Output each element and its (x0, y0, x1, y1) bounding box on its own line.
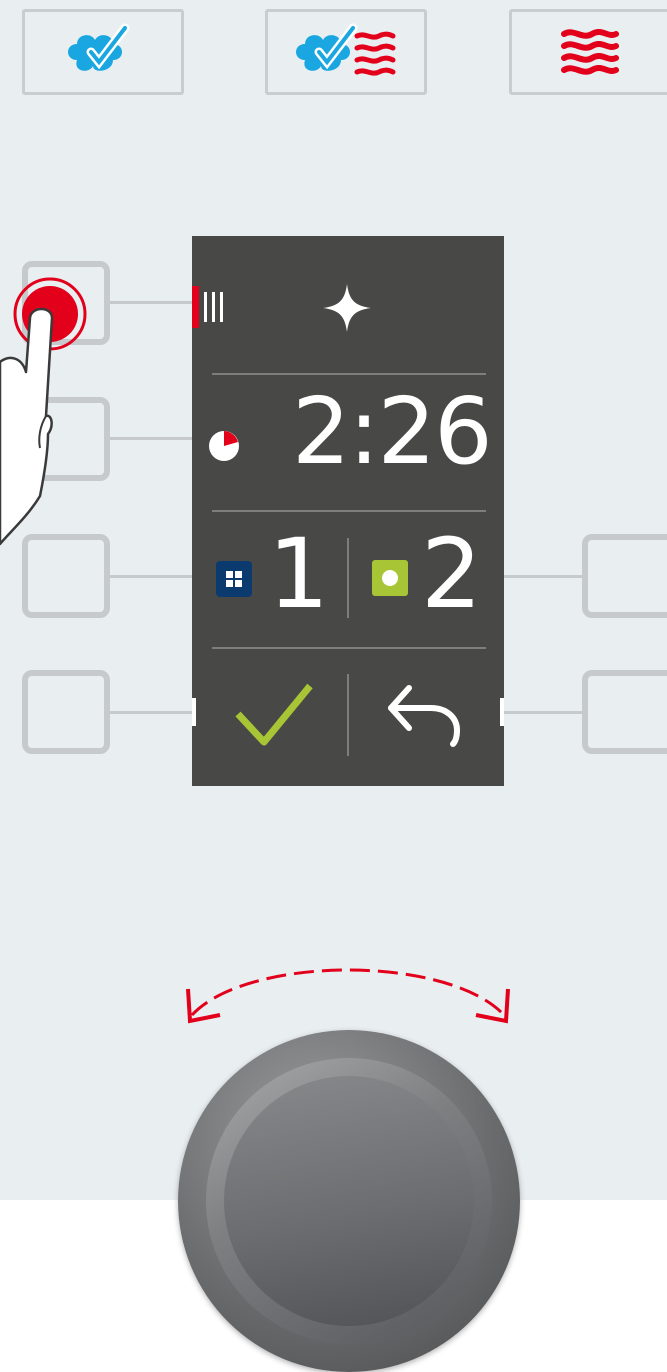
display-screen: 2:26 1 2 (192, 236, 504, 786)
divider (212, 373, 486, 375)
connector-line (504, 575, 584, 578)
knob-center (224, 1076, 474, 1326)
shelf-left-value[interactable]: 1 (268, 526, 329, 622)
control-knob[interactable] (178, 1030, 520, 1372)
connector-line (110, 711, 192, 714)
sparkle-icon[interactable] (323, 284, 371, 336)
checkmark-icon[interactable] (234, 682, 314, 752)
combi-mode-button[interactable] (265, 9, 427, 95)
tray-grid-icon (216, 561, 252, 601)
back-arrow-icon[interactable] (385, 682, 465, 752)
connector-line (110, 301, 195, 304)
side-button-right-4[interactable] (582, 670, 667, 754)
divider (212, 510, 486, 512)
steam-icon (68, 23, 130, 71)
knob-ring (206, 1058, 492, 1344)
side-button-right-3[interactable] (582, 534, 667, 618)
right-edge-marker (500, 698, 504, 730)
steam-mode-button[interactable] (22, 9, 184, 95)
fan-speed-icon[interactable] (192, 286, 232, 332)
left-edge-marker (192, 698, 196, 730)
steam-hot-air-icon (296, 23, 396, 76)
divider (212, 647, 486, 649)
rotate-arrows-icon (178, 935, 518, 1039)
hot-air-mode-button[interactable] (509, 9, 667, 95)
timer-icon (208, 430, 240, 466)
connector-line (504, 711, 584, 714)
divider (347, 538, 349, 618)
tray-single-icon (372, 560, 408, 600)
hot-air-icon (561, 29, 619, 75)
connector-line (110, 575, 192, 578)
timer-value[interactable]: 2:26 (292, 386, 493, 478)
pointing-hand-icon (0, 276, 90, 570)
connector-line (110, 437, 192, 440)
divider (347, 674, 349, 756)
shelf-right-value[interactable]: 2 (421, 526, 482, 622)
side-button-left-4[interactable] (22, 670, 110, 754)
